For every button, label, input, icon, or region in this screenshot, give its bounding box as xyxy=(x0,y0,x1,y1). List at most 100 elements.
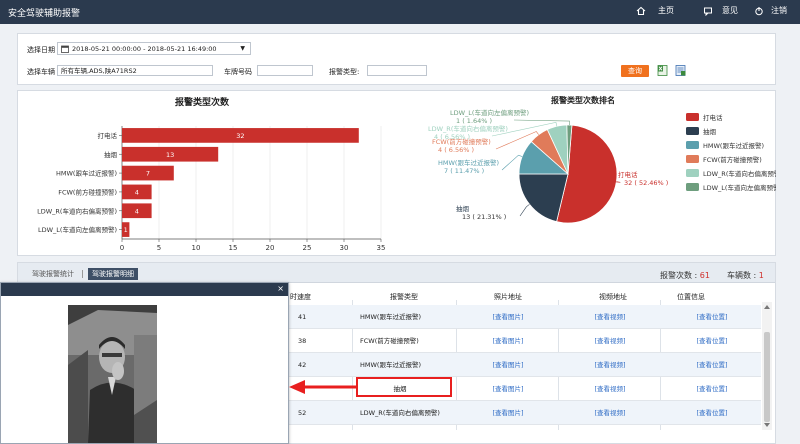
alarm-type-input[interactable] xyxy=(367,65,427,76)
y-tick-label: 打电话 xyxy=(98,131,118,140)
tab-alarm-stats[interactable]: 驾驶报警统计 xyxy=(28,268,78,280)
bar-chart: 0 5 10 15 20 25 30 35 打电话 32 抽烟 13 HMW(跟车过近报警) 7 FCW(前… xyxy=(37,126,386,252)
view-video-link[interactable]: [查看视频] xyxy=(558,329,662,353)
nav-home[interactable]: 主页 xyxy=(636,5,674,16)
bar-data-label: 13 xyxy=(166,151,174,159)
x-tick-label: 35 xyxy=(377,244,386,252)
col-header-speed: 时速度 xyxy=(290,293,311,301)
x-tick-label: 0 xyxy=(120,244,124,252)
pie-leader-line xyxy=(615,181,621,183)
close-icon[interactable]: × xyxy=(277,284,284,293)
alarm-count-label: 报警次数 : xyxy=(660,271,698,280)
view-video-link[interactable]: [查看视频] xyxy=(558,401,662,425)
view-video-link[interactable]: [查看视频] xyxy=(558,305,662,329)
pie-label-name: HMW(跟车过近报警) xyxy=(438,158,499,167)
highlight-box xyxy=(356,377,452,397)
alarm-count-value: 61 xyxy=(699,271,710,280)
y-tick-label: FCW(前方碰撞预警) xyxy=(58,187,117,196)
table-scrollbar[interactable] xyxy=(762,302,772,430)
col-header-alarm-type: 报警类型 xyxy=(390,293,418,301)
filter-panel: 选择日期 2018-05-21 00:00:00 - 2018-05-21 16… xyxy=(17,33,776,85)
driver-photo-image xyxy=(68,305,157,443)
legend-label: HMW(跟车过近报警) xyxy=(703,141,764,150)
legend-label: FCW(前方碰撞预警) xyxy=(703,155,762,164)
pie-label-name: LDW_L(车道向左偏离预警) xyxy=(450,108,529,117)
x-tick-label: 5 xyxy=(157,244,161,252)
col-header-location: 位置信息 xyxy=(677,293,705,301)
x-tick-label: 15 xyxy=(229,244,238,252)
pie-label-value: 4 ( 6.56% ) xyxy=(438,146,474,154)
calendar-icon xyxy=(61,45,69,53)
pie-label-value: 1 ( 1.64% ) xyxy=(456,117,492,125)
pie-label-value: 4 ( 6.56% ) xyxy=(434,133,470,141)
bar-data-label: 4 xyxy=(135,188,139,196)
view-location-link[interactable]: [查看位置] xyxy=(660,353,764,377)
export-detail-icon[interactable] xyxy=(675,65,686,76)
tab-separator xyxy=(82,270,83,278)
view-location-link[interactable]: [查看位置] xyxy=(660,305,764,329)
scrollbar-thumb[interactable] xyxy=(764,332,770,422)
bar-data-label: 7 xyxy=(146,170,150,178)
scroll-up-icon[interactable] xyxy=(764,305,770,309)
legend-label: LDW_L(车道向左偏离预警) xyxy=(703,183,776,192)
view-photo-link[interactable]: [查看图片] xyxy=(456,305,560,329)
bar-data-label: 4 xyxy=(135,207,139,215)
view-photo-link[interactable]: [查看图片] xyxy=(456,377,560,401)
col-header-video: 视频地址 xyxy=(599,293,627,301)
vehicle-select-input[interactable]: 所有车辆,ADS,陕A71RS2 xyxy=(57,65,213,76)
legend-label: 打电话 xyxy=(703,113,723,122)
driver-photo xyxy=(68,305,157,443)
table-row: 41 HMW(跟车过近报警) [查看图片] [查看视频] [查看位置] xyxy=(288,305,761,329)
view-location-link[interactable]: [查看位置] xyxy=(660,329,764,353)
plate-input[interactable] xyxy=(257,65,313,76)
legend-label: LDW_R(车道向右偏离预警) xyxy=(703,169,776,178)
table-row: 38 FCW(前方碰撞预警) [查看图片] [查看视频] [查看位置] xyxy=(288,329,761,353)
feedback-icon xyxy=(704,7,712,16)
nav-home-label: 主页 xyxy=(658,6,674,15)
pie-label-name: 抽烟 xyxy=(456,204,470,213)
vehicle-select-value: 所有车辆,ADS,陕A71RS2 xyxy=(61,67,137,75)
legend-swatch xyxy=(686,169,699,177)
plate-label: 车牌号码 xyxy=(224,68,252,76)
cell-alarm-type: FCW(前方碰撞预警) xyxy=(360,337,419,345)
vehicle-count: 车辆数 : 1 xyxy=(727,270,764,281)
x-tick-label: 30 xyxy=(340,244,349,252)
home-icon xyxy=(636,6,646,15)
view-video-link[interactable]: [查看视频] xyxy=(558,353,662,377)
vehicle-count-value: 1 xyxy=(758,271,764,280)
table-row: 42 HMW(跟车过近报警) [查看图片] [查看视频] [查看位置] xyxy=(288,353,761,377)
page-title: 安全驾驶辅助报警 xyxy=(8,9,81,19)
view-location-link[interactable]: [查看位置] xyxy=(660,401,764,425)
export-excel-icon[interactable] xyxy=(657,65,668,76)
view-photo-link[interactable]: [查看图片] xyxy=(456,329,560,353)
legend-swatch xyxy=(686,155,699,163)
nav-logout-label: 注销 xyxy=(771,6,787,15)
popup-titlebar: × xyxy=(1,283,288,296)
nav-logout[interactable]: 注销 xyxy=(754,5,787,16)
y-tick-label: LDW_R(车道向右偏离预警) xyxy=(37,206,117,215)
chevron-down-icon: ▼ xyxy=(240,45,245,52)
view-location-link[interactable]: [查看位置] xyxy=(660,377,764,401)
legend-label: 抽烟 xyxy=(703,127,717,136)
pie-label-name: LDW_R(车道向右偏离预警) xyxy=(428,124,508,133)
scroll-down-icon[interactable] xyxy=(764,423,770,427)
query-button[interactable]: 查询 xyxy=(621,65,649,77)
cell-speed: 38 xyxy=(298,337,307,345)
view-photo-link[interactable]: [查看图片] xyxy=(456,353,560,377)
alarm-count: 报警次数 : 61 xyxy=(660,270,710,281)
date-range-value: 2018-05-21 00:00:00 - 2018-05-21 16:49:0… xyxy=(72,45,217,53)
table-row: 52 LDW_R(车道向右偏离预警) [查看图片] [查看视频] [查看位置] xyxy=(288,401,761,425)
view-video-link[interactable]: [查看视频] xyxy=(558,377,662,401)
cell-speed: 41 xyxy=(298,313,307,321)
tab-alarm-detail[interactable]: 驾驶报警明细 xyxy=(88,268,138,280)
pie-chart: 打电话32 ( 52.46% )抽烟13 ( 21.31% )HMW(跟车过近报… xyxy=(428,108,776,224)
nav-feedback[interactable]: 意见 xyxy=(703,5,738,16)
pie-leader-line xyxy=(519,204,530,217)
pie-label-value: 13 ( 21.31% ) xyxy=(462,213,506,221)
view-photo-link[interactable]: [查看图片] xyxy=(456,401,560,425)
y-tick-label: LDW_L(车道向左偏离预警) xyxy=(38,225,117,234)
date-label: 选择日期 xyxy=(27,46,55,54)
date-range-input[interactable]: 2018-05-21 00:00:00 - 2018-05-21 16:49:0… xyxy=(57,42,251,55)
col-header-photo: 照片地址 xyxy=(494,293,522,301)
bar-data-label: 32 xyxy=(236,132,244,140)
